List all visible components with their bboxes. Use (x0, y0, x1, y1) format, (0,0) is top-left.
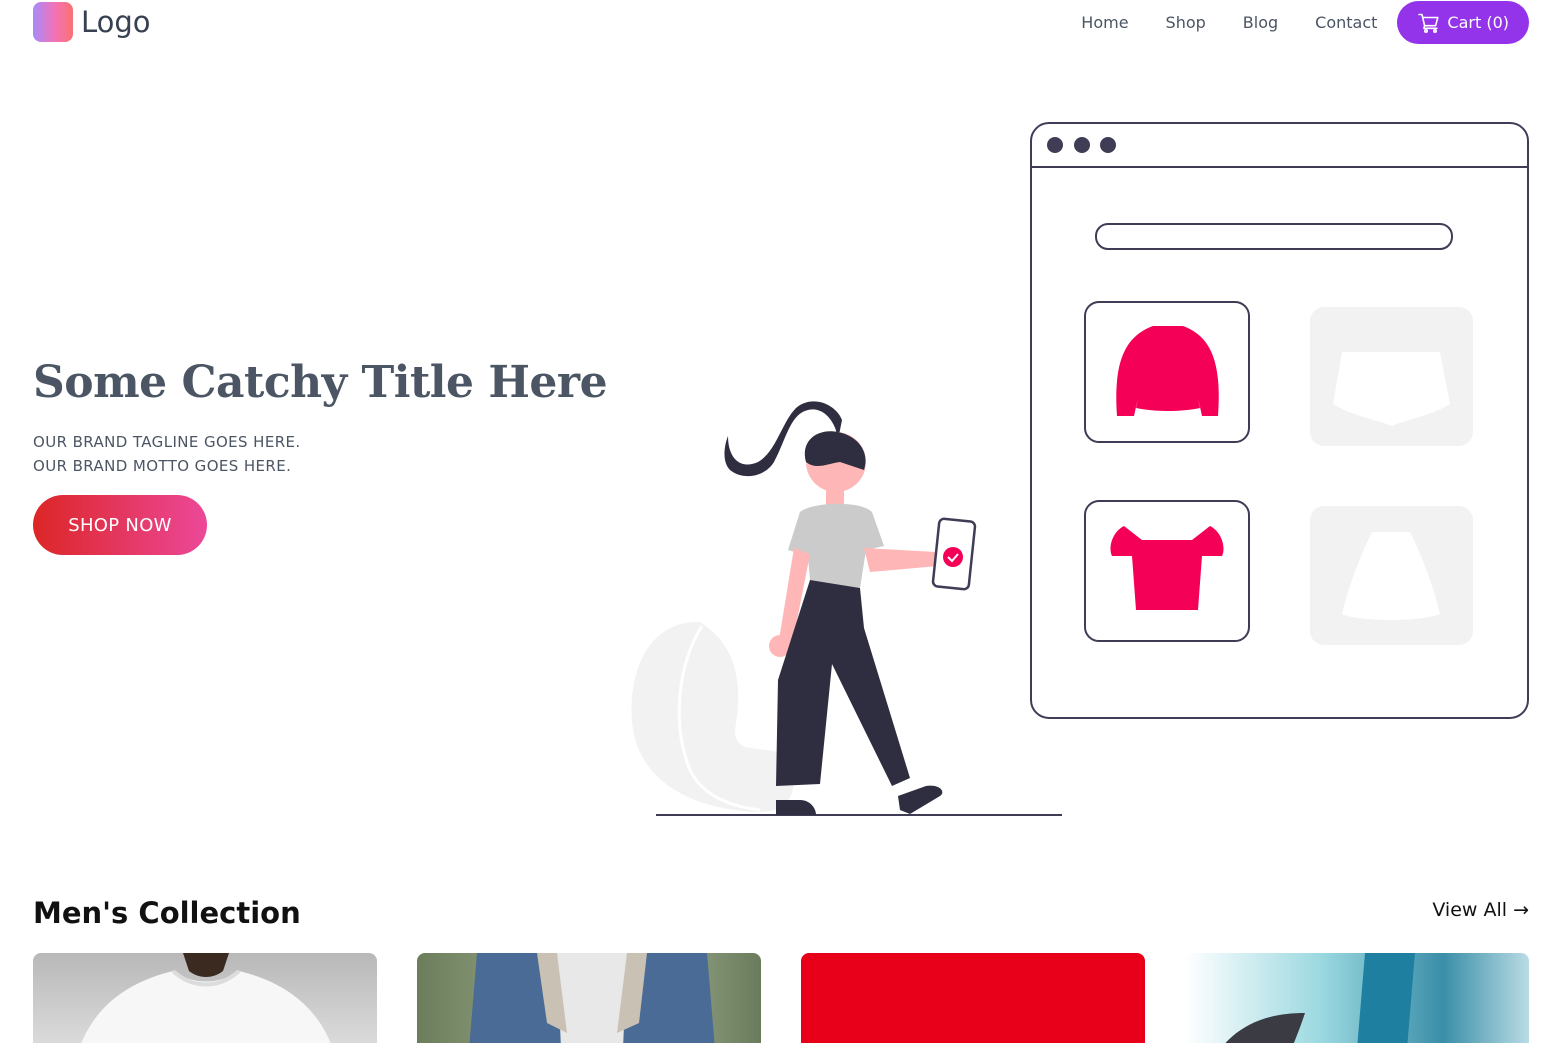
view-all-link[interactable]: View All → (1432, 899, 1529, 921)
product-image (469, 953, 715, 1043)
product-card-red[interactable] (801, 953, 1145, 1043)
logo[interactable]: Logo (33, 2, 151, 42)
product-image (1225, 953, 1415, 1043)
main-nav: Home Shop Blog Contact Cart (0) (1081, 1, 1529, 44)
nav-shop-link[interactable]: Shop (1166, 13, 1206, 32)
cart-button[interactable]: Cart (0) (1397, 1, 1529, 44)
browser-window-illustration (1030, 122, 1529, 719)
product-cards (33, 953, 1529, 1043)
motto-line: OUR BRAND MOTTO GOES HERE. (33, 457, 292, 475)
cart-icon (1418, 13, 1440, 33)
site-header: Logo Home Shop Blog Contact Cart (0) (33, 0, 1529, 44)
phone-illustration (931, 517, 977, 591)
logo-text: Logo (81, 5, 151, 39)
product-image (81, 953, 331, 1043)
tagline-line: OUR BRAND TAGLINE GOES HERE. (33, 433, 301, 451)
shop-now-button[interactable]: SHOP NOW (33, 495, 207, 555)
nav-contact-link[interactable]: Contact (1315, 13, 1377, 32)
product-card-denim-jacket[interactable] (417, 953, 761, 1043)
hero-tagline: OUR BRAND TAGLINE GOES HERE. OUR BRAND M… (33, 430, 301, 478)
product-card-teal-jacket[interactable] (1185, 953, 1529, 1043)
collection-title: Men's Collection (33, 896, 301, 930)
hero-title: Some Catchy Title Here (33, 357, 608, 408)
product-card-white-tshirt[interactable] (33, 953, 377, 1043)
cart-label: Cart (0) (1447, 13, 1509, 32)
nav-home-link[interactable]: Home (1081, 13, 1128, 32)
nav-blog-link[interactable]: Blog (1243, 13, 1278, 32)
logo-mark-icon (33, 2, 73, 42)
plant-illustration (631, 621, 794, 812)
hero-illustration (631, 122, 1529, 816)
